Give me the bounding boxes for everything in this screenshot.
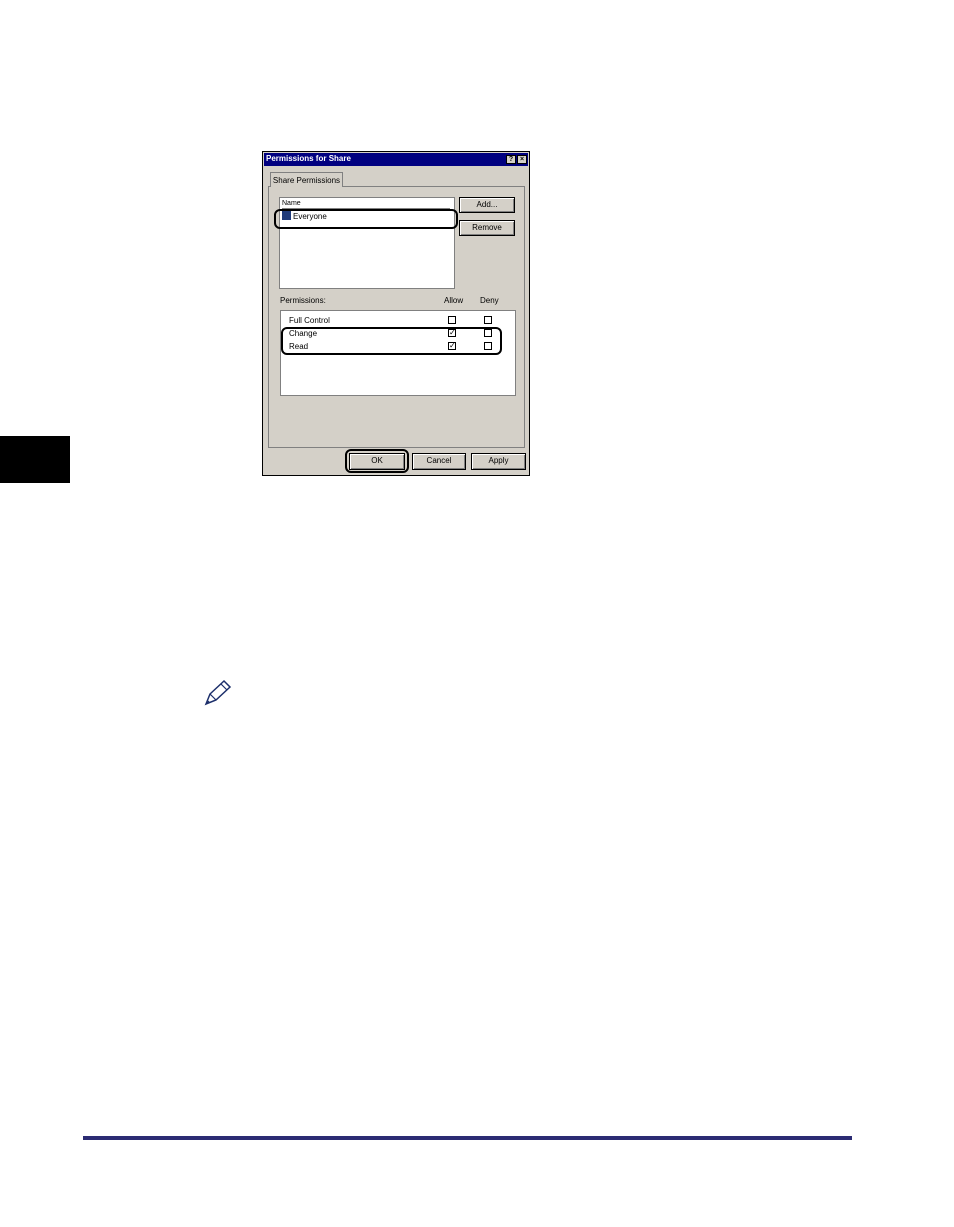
permissions-dialog: Permissions for Share ? × Share Permissi… xyxy=(262,151,530,476)
perm-row-full-control: Full Control xyxy=(289,316,330,325)
pencil-note-icon xyxy=(204,679,232,706)
cancel-button[interactable]: Cancel xyxy=(412,453,466,470)
deny-column-header: Deny xyxy=(480,296,499,305)
help-icon[interactable]: ? xyxy=(506,155,516,164)
highlight-everyone xyxy=(274,209,458,229)
apply-button[interactable]: Apply xyxy=(471,453,526,470)
highlight-ok xyxy=(345,449,409,473)
close-icon[interactable]: × xyxy=(517,155,527,164)
allow-full-control-checkbox[interactable] xyxy=(448,316,456,324)
deny-full-control-checkbox[interactable] xyxy=(484,316,492,324)
highlight-change-read xyxy=(281,327,502,355)
dialog-titlebar: Permissions for Share ? × xyxy=(264,153,528,166)
tab-share-permissions[interactable]: Share Permissions xyxy=(270,172,343,187)
chapter-tab-marker xyxy=(0,436,70,483)
permissions-label: Permissions: xyxy=(280,296,326,305)
dialog-title: Permissions for Share xyxy=(266,154,351,163)
footer-rule xyxy=(83,1136,852,1140)
allow-column-header: Allow xyxy=(444,296,464,305)
name-column-header: Name xyxy=(282,200,450,209)
remove-button[interactable]: Remove xyxy=(459,220,515,236)
add-button[interactable]: Add... xyxy=(459,197,515,213)
